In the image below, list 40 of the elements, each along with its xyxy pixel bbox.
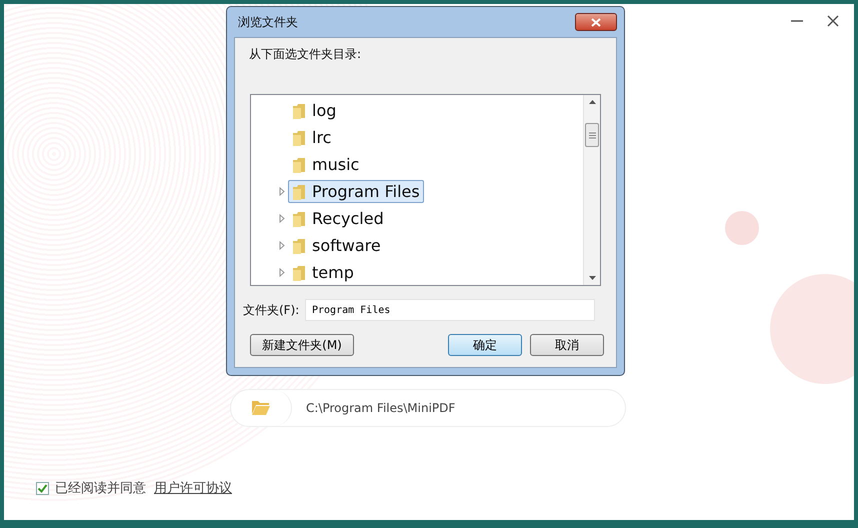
expand-arrow-icon[interactable] — [279, 187, 285, 196]
install-path-field[interactable]: C:\Program Files\MiniPDF — [230, 389, 626, 427]
close-icon[interactable] — [826, 14, 840, 28]
license-link[interactable]: 用户许可协议 — [154, 479, 232, 497]
folder-icon — [251, 400, 271, 416]
folder-icon — [292, 210, 306, 226]
folder-tree-item[interactable]: Program Files — [288, 180, 424, 203]
folder-icon — [292, 156, 306, 172]
dialog-prompt: 从下面选文件夹目录: — [249, 46, 362, 63]
expand-arrow-icon[interactable] — [279, 268, 285, 277]
scrollbar-thumb[interactable] — [585, 123, 599, 147]
folder-tree-item[interactable]: lrc — [288, 126, 336, 149]
folder-tree-item[interactable]: music — [288, 153, 364, 176]
dialog-title: 浏览文件夹 — [238, 14, 298, 30]
folder-name-field[interactable]: Program Files — [305, 299, 595, 321]
folder-label: 文件夹(F): — [243, 302, 300, 318]
folder-icon — [292, 238, 306, 254]
folder-icon — [292, 264, 306, 280]
close-icon — [591, 18, 601, 26]
folder-icon — [292, 184, 306, 200]
folder-tree-item[interactable]: temp — [288, 261, 358, 284]
close-button[interactable] — [575, 13, 617, 31]
folder-icon — [292, 102, 306, 118]
expand-arrow-icon[interactable] — [279, 241, 285, 250]
folder-icon — [292, 130, 306, 146]
expand-arrow-icon[interactable] — [279, 214, 285, 223]
folder-tree-item[interactable]: log — [288, 99, 340, 122]
install-path: C:\Program Files\MiniPDF — [306, 401, 456, 415]
scrollbar[interactable] — [583, 95, 600, 285]
scroll-down-arrow-icon[interactable] — [588, 276, 596, 280]
grip-icon — [588, 132, 596, 138]
decorative-circle — [725, 211, 759, 245]
agreement-checkbox[interactable] — [36, 482, 49, 494]
scroll-up-arrow-icon[interactable] — [588, 100, 596, 104]
folder-tree-item[interactable]: Recycled — [288, 207, 388, 230]
agreement-text: 已经阅读并同意 — [55, 480, 146, 497]
dialog-button[interactable]: 取消 — [530, 334, 604, 356]
folder-tree-item[interactable]: software — [288, 234, 385, 257]
dialog-button[interactable]: 新建文件夹(M) — [250, 334, 354, 356]
dialog-button[interactable]: 确定 — [448, 334, 522, 356]
